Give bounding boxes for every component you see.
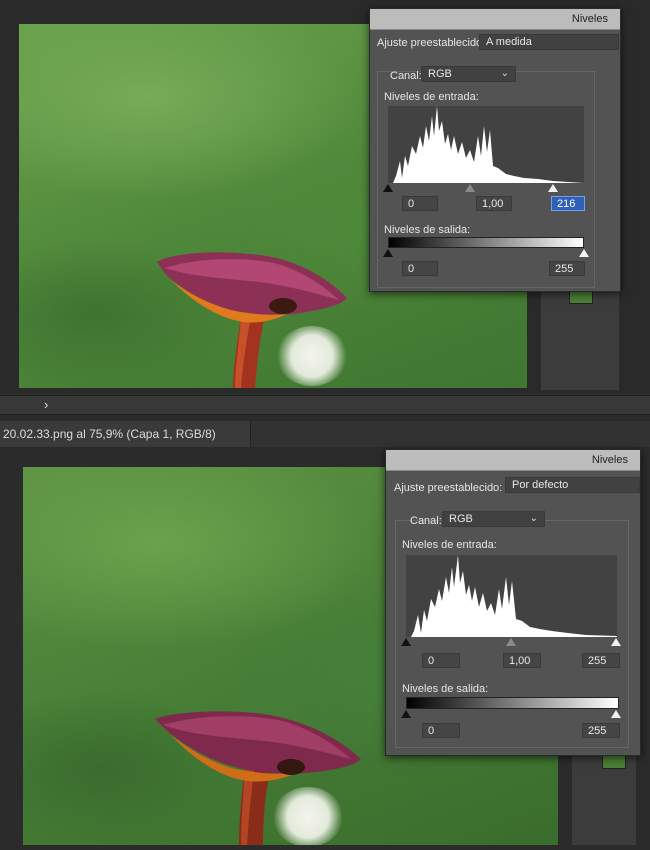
output-slider-track[interactable] (383, 248, 589, 258)
preset-label: Ajuste preestablecido: (394, 482, 503, 494)
histogram-graph (388, 106, 584, 183)
channel-select[interactable]: RGB ⌄ (442, 511, 545, 527)
chevron-down-icon: ⌄ (500, 68, 509, 79)
channel-value: RGB (428, 68, 452, 80)
output-white-slider[interactable] (611, 710, 621, 718)
panel-collapse-bar: › (0, 395, 650, 415)
input-gamma-field[interactable]: 1,00 (503, 653, 541, 668)
preset-value: Por defecto (512, 479, 569, 491)
input-white-field[interactable]: 255 (582, 653, 620, 668)
levels-dialog-bottom: Niveles Ajuste preestablecido: Por defec… (385, 449, 641, 756)
channel-select[interactable]: RGB ⌄ (421, 66, 516, 82)
input-white-field[interactable]: 216 (551, 196, 585, 211)
bottom-layers-strip (572, 745, 636, 845)
preset-value: A medida (486, 36, 532, 48)
dialog-titlebar[interactable]: Niveles (370, 9, 620, 30)
input-slider-track[interactable] (383, 183, 584, 193)
black-point-slider[interactable] (383, 184, 393, 192)
output-black-slider[interactable] (401, 710, 411, 718)
output-gradient (388, 237, 584, 248)
channel-value: RGB (449, 513, 473, 525)
output-levels-label: Niveles de salida: (402, 683, 489, 695)
preset-select[interactable]: A medida (479, 34, 619, 50)
input-black-field[interactable]: 0 (402, 196, 438, 211)
document-title: 20.02.33.png al 75,9% (Capa 1, RGB/8) (3, 427, 216, 441)
document-tab[interactable]: 20.02.33.png al 75,9% (Capa 1, RGB/8) (0, 421, 251, 447)
dialog-titlebar[interactable]: Niveles (386, 450, 640, 471)
output-slider-track[interactable] (401, 709, 621, 719)
channel-label: Canal: (390, 70, 422, 82)
document-tab-bar: 20.02.33.png al 75,9% (Capa 1, RGB/8) (0, 421, 650, 447)
histogram (388, 106, 584, 183)
input-gamma-field[interactable]: 1,00 (476, 196, 512, 211)
histogram (406, 555, 617, 637)
preset-select[interactable]: Por defecto (505, 477, 640, 493)
output-black-field[interactable]: 0 (422, 723, 460, 738)
white-point-slider[interactable] (548, 184, 558, 192)
channel-label: Canal: (410, 515, 442, 527)
input-levels-label: Niveles de entrada: (384, 91, 479, 103)
output-white-slider[interactable] (579, 249, 589, 257)
input-black-field[interactable]: 0 (422, 653, 460, 668)
black-point-slider[interactable] (401, 638, 411, 646)
input-levels-label: Niveles de entrada: (402, 539, 497, 551)
input-slider-track[interactable] (401, 637, 621, 647)
histogram-graph (406, 555, 617, 637)
output-levels-label: Niveles de salida: (384, 224, 471, 236)
output-gradient (406, 697, 619, 709)
top-layers-strip (541, 288, 619, 390)
dialog-title: Niveles (591, 454, 628, 466)
levels-dialog-top: Niveles Ajuste preestablecido: A medida … (369, 8, 621, 292)
preset-label: Ajuste preestablecido: (377, 37, 486, 49)
output-white-field[interactable]: 255 (549, 261, 585, 276)
chevron-down-icon: ⌄ (529, 513, 538, 524)
output-black-field[interactable]: 0 (402, 261, 438, 276)
dialog-title: Niveles (571, 13, 608, 25)
midtone-slider[interactable] (506, 638, 516, 646)
midtone-slider[interactable] (465, 184, 475, 192)
output-white-field[interactable]: 255 (582, 723, 620, 738)
chevron-right-icon[interactable]: › (44, 397, 48, 412)
white-point-slider[interactable] (611, 638, 621, 646)
output-black-slider[interactable] (383, 249, 393, 257)
